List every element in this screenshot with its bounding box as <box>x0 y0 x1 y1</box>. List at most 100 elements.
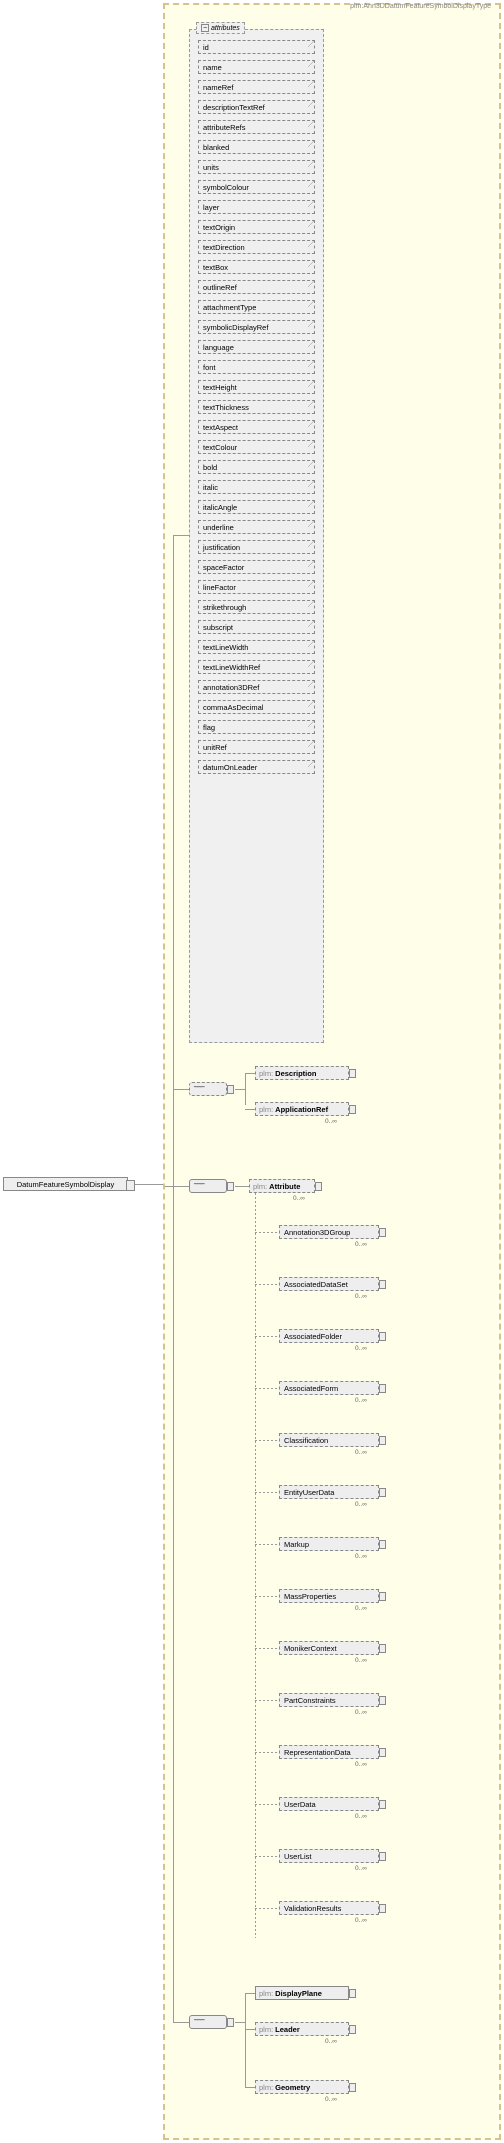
connector <box>255 1284 279 1285</box>
substitution-line <box>255 1193 256 1938</box>
element-Annotation3DGroup: Annotation3DGroup <box>279 1225 379 1239</box>
element-PartConstraints: PartConstraints <box>279 1693 379 1707</box>
element-ValidationResults: ValidationResults <box>279 1901 379 1915</box>
attr-symbolColour: symbolColour <box>198 180 315 194</box>
attr-units: units <box>198 160 315 174</box>
connector <box>235 1186 249 1187</box>
attr-nameRef: nameRef <box>198 80 315 94</box>
attr-symbolicDisplayRef: symbolicDisplayRef <box>198 320 315 334</box>
element-EntityUserData: EntityUserData <box>279 1485 379 1499</box>
cardinality: 0..∞ <box>355 1449 367 1456</box>
connector <box>255 1856 279 1857</box>
attr-outlineRef: outlineRef <box>198 280 315 294</box>
connector <box>255 1700 279 1701</box>
attr-textAspect: textAspect <box>198 420 315 434</box>
attr-spaceFactor: spaceFactor <box>198 560 315 574</box>
attr-textThickness: textThickness <box>198 400 315 414</box>
element-AssociatedForm: AssociatedForm <box>279 1381 379 1395</box>
cardinality: 0..∞ <box>355 1345 367 1352</box>
attr-justification: justification <box>198 540 315 554</box>
connector <box>255 1804 279 1805</box>
cardinality: 0..∞ <box>355 1761 367 1768</box>
connector <box>173 535 189 536</box>
attr-id: id <box>198 40 315 54</box>
connector <box>255 1492 279 1493</box>
cardinality: 0..∞ <box>325 2038 337 2045</box>
cardinality: 0..∞ <box>293 1195 305 1202</box>
sequence <box>189 1179 227 1193</box>
element-ApplicationRef: plm:ApplicationRef <box>255 1102 349 1116</box>
attr-textColour: textColour <box>198 440 315 454</box>
attr-textLineWidthRef: textLineWidthRef <box>198 660 315 674</box>
connector <box>245 1109 255 1110</box>
connector <box>245 1073 246 1105</box>
connector <box>255 1648 279 1649</box>
connector <box>255 1596 279 1597</box>
attributes-header: − attributes <box>196 22 245 34</box>
element-UserList: UserList <box>279 1849 379 1863</box>
attr-textHeight: textHeight <box>198 380 315 394</box>
connector <box>235 1089 245 1090</box>
attr-font: font <box>198 360 315 374</box>
attr-lineFactor: lineFactor <box>198 580 315 594</box>
type-container: plm:Ann3DDatumFeatureSymbolDisplayType −… <box>163 3 501 2140</box>
attr-descriptionTextRef: descriptionTextRef <box>198 100 315 114</box>
element-attribute: plm:Attribute <box>249 1179 315 1193</box>
cardinality: 0..∞ <box>355 1397 367 1404</box>
cardinality: 0..∞ <box>355 1553 367 1560</box>
cardinality: 0..∞ <box>355 1865 367 1872</box>
attr-name: name <box>198 60 315 74</box>
attr-attachmentType: attachmentType <box>198 300 315 314</box>
element-UserData: UserData <box>279 1797 379 1811</box>
collapse-icon[interactable]: − <box>201 24 209 32</box>
element-Description: plm:Description <box>255 1066 349 1080</box>
element-Classification: Classification <box>279 1433 379 1447</box>
attr-flag: flag <box>198 720 315 734</box>
attr-blanked: blanked <box>198 140 315 154</box>
cardinality: 0..∞ <box>355 1813 367 1820</box>
attr-language: language <box>198 340 315 354</box>
element-Leader: plm:Leader <box>255 2022 349 2036</box>
element-Markup: Markup <box>279 1537 379 1551</box>
attr-commaAsDecimal: commaAsDecimal <box>198 700 315 714</box>
connector <box>135 1184 163 1185</box>
cardinality: 0..∞ <box>355 1501 367 1508</box>
cardinality: 0..∞ <box>355 1293 367 1300</box>
connector <box>255 1908 279 1909</box>
attr-underline: underline <box>198 520 315 534</box>
connector <box>245 1993 255 1994</box>
connector <box>173 2022 189 2023</box>
attr-textLineWidth: textLineWidth <box>198 640 315 654</box>
attr-layer: layer <box>198 200 315 214</box>
element-RepresentationData: RepresentationData <box>279 1745 379 1759</box>
connector <box>245 1993 246 2087</box>
element-AssociatedDataSet: AssociatedDataSet <box>279 1277 379 1291</box>
element-DisplayPlane: plm:DisplayPlane <box>255 1986 349 2000</box>
connector <box>255 1232 279 1233</box>
attr-italic: italic <box>198 480 315 494</box>
cardinality: 0..∞ <box>355 1241 367 1248</box>
sequence <box>189 2015 227 2029</box>
connector <box>173 1186 189 1187</box>
cardinality: 0..∞ <box>355 1709 367 1716</box>
connector <box>245 2029 255 2030</box>
connector <box>173 1089 189 1090</box>
connector <box>235 2022 245 2023</box>
attr-textOrigin: textOrigin <box>198 220 315 234</box>
attr-italicAngle: italicAngle <box>198 500 315 514</box>
connector <box>255 1752 279 1753</box>
attr-datumOnLeader: datumOnLeader <box>198 760 315 774</box>
element-AssociatedFolder: AssociatedFolder <box>279 1329 379 1343</box>
cardinality: 0..∞ <box>355 1605 367 1612</box>
cardinality: 0..∞ <box>355 1917 367 1924</box>
connector <box>245 2087 255 2088</box>
connector <box>255 1388 279 1389</box>
connector <box>255 1544 279 1545</box>
attr-strikethrough: strikethrough <box>198 600 315 614</box>
cardinality: 0..∞ <box>325 2096 337 2103</box>
connector <box>255 1336 279 1337</box>
element-MassProperties: MassProperties <box>279 1589 379 1603</box>
attr-subscript: subscript <box>198 620 315 634</box>
connector <box>245 1073 255 1074</box>
cardinality: 0..∞ <box>355 1657 367 1664</box>
